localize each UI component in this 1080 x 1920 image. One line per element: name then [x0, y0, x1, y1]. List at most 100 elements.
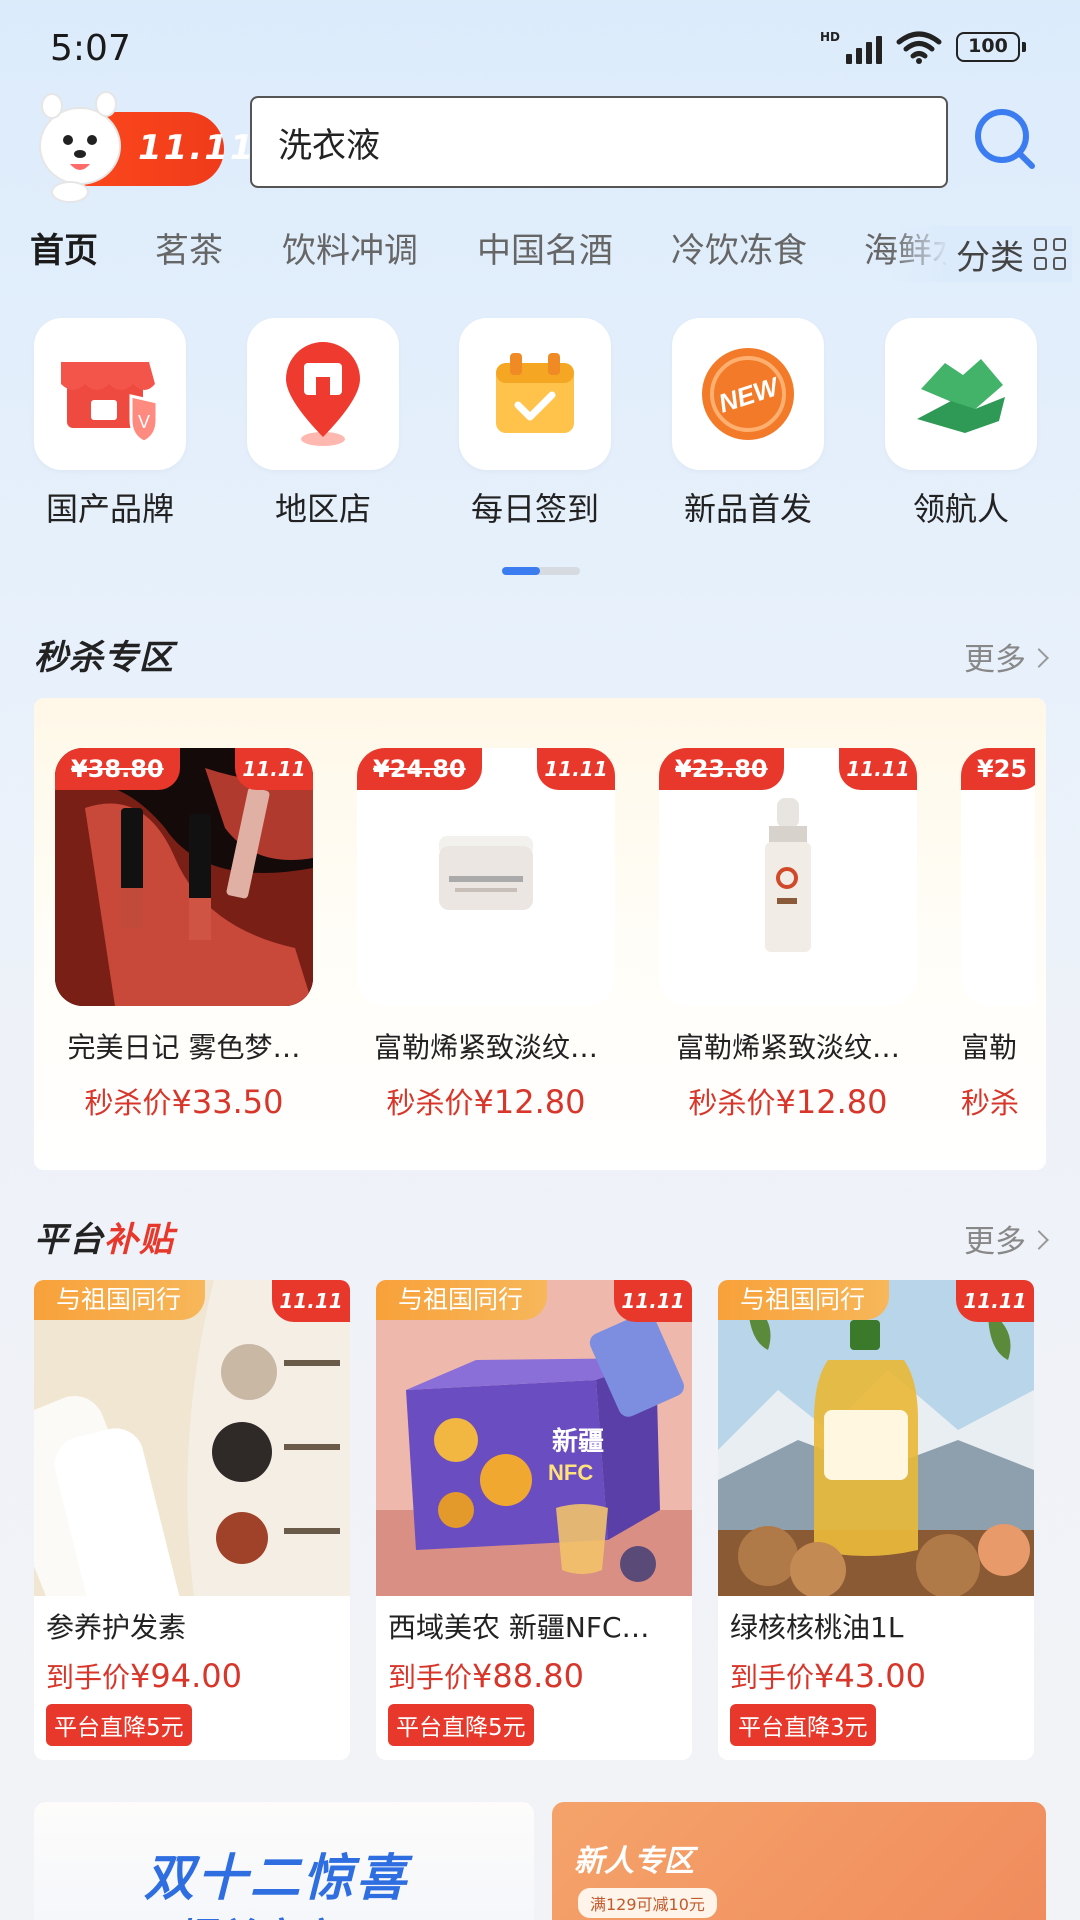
search-input[interactable]: 洗衣液	[250, 96, 948, 188]
product-image: ¥25	[961, 748, 1035, 1006]
product-image: 与祖国同行 11.11	[34, 1280, 350, 1596]
subsidy-product-card[interactable]: 与祖国同行 11.11 参养护发素 到手价¥94.00 平台直降5元	[34, 1280, 350, 1760]
product-image: ¥38.80 11.11	[55, 748, 313, 1006]
tab-frozen[interactable]: 冷饮冻食	[671, 226, 807, 276]
product-name: 完美日记 雾色梦…	[67, 1031, 301, 1064]
original-price-tag: ¥24.80	[357, 748, 482, 790]
flash-sale-item[interactable]: ¥25 富勒 秒杀	[961, 748, 1035, 1122]
product-name: 富勒烯紧致淡纹…	[373, 1031, 598, 1064]
grid-icon	[1034, 238, 1066, 270]
shortcut-label: 领航人	[912, 490, 1009, 528]
subsidy-product-card[interactable]: 与祖国同行 11.11 绿核核桃油1L 到手价¥43.00 平台直降3元	[718, 1280, 1034, 1760]
shortcut-new-launch[interactable]: NEW 新品首发	[672, 318, 824, 530]
carousel-pager	[502, 567, 580, 575]
product-image: ¥24.80 11.11	[357, 748, 615, 1006]
svg-text:新疆: 新疆	[552, 1426, 604, 1456]
product-name: 富勒烯紧致淡纹…	[675, 1031, 900, 1064]
shortcut-navigator[interactable]: 领航人	[885, 318, 1037, 530]
shortcut-region-store[interactable]: 地区店	[247, 318, 399, 530]
product-name: 参养护发素	[46, 1611, 187, 1644]
status-time: 5:07	[50, 28, 131, 69]
banner-title: 双十二惊喜	[144, 1849, 409, 1907]
classify-label: 分类	[956, 237, 1024, 278]
product-price: 秒杀价¥12.80	[688, 1083, 888, 1121]
flash-sale-item[interactable]: ¥38.80 11.11 完美日记 雾色梦… 秒杀价¥33.50	[55, 748, 313, 1122]
flash-sale-item[interactable]: ¥23.80 11.11 富勒烯紧致淡纹… 秒杀价¥12.80	[659, 748, 917, 1122]
search-icon[interactable]	[972, 106, 1038, 172]
flash-sale-header: 秒杀专区 更多	[34, 630, 1049, 680]
more-label: 更多	[964, 642, 1026, 678]
handshake-icon	[917, 359, 1005, 433]
shortcut-row: V 国产品牌 地区店 每日签到 NEW 新品首发 领航人	[0, 318, 1080, 538]
flash-sale-item[interactable]: ¥24.80 11.11 富勒烯紧致淡纹… 秒杀价¥12.80	[357, 748, 615, 1122]
subsidy-header: 平台补贴 更多	[34, 1212, 1049, 1262]
shop-shield-icon: V	[61, 362, 159, 444]
new-user-banner[interactable]: 新人专区 满129可减10元	[552, 1802, 1046, 1920]
discount-tag: 平台直降3元	[730, 1704, 876, 1746]
svg-text:NFC: NFC	[548, 1460, 593, 1485]
original-price-tag: ¥38.80	[55, 748, 180, 790]
subsidy-more-link[interactable]: 更多	[964, 1216, 1049, 1261]
cell-signal-icon: HD	[820, 30, 882, 64]
promo-ribbon: 与祖国同行	[34, 1280, 206, 1320]
tab-tea[interactable]: 茗茶	[155, 226, 223, 276]
battery-icon: 100	[956, 32, 1026, 62]
flash-sale-panel: ¥38.80 11.11 完美日记 雾色梦… 秒杀价¥33.50 ¥24.80 …	[34, 698, 1046, 1170]
category-tabs: 首页 茗茶 饮料冲调 中国名酒 冷饮冻食 海鲜水产 分类	[0, 226, 1080, 282]
subsidy-title: 平台补贴	[34, 1220, 174, 1260]
header: 11.11 洗衣液	[0, 80, 1080, 203]
double-eleven-badge: 11.11	[235, 748, 313, 790]
product-price: 秒杀价¥33.50	[84, 1083, 284, 1121]
product-name: 西域美农 新疆NFC…	[388, 1611, 650, 1644]
double-eleven-badge: 11.11	[272, 1280, 350, 1322]
shortcut-domestic-brand[interactable]: V 国产品牌	[34, 318, 186, 530]
product-price: 到手价¥88.80	[388, 1657, 584, 1695]
pager-active-dot	[502, 567, 540, 575]
promo-ribbon: 与祖国同行	[718, 1280, 890, 1320]
product-name: 绿核核桃油1L	[730, 1611, 904, 1644]
tab-drinks[interactable]: 饮料冲调	[282, 226, 418, 276]
shortcut-label: 新品首发	[683, 490, 812, 528]
shortcut-label: 每日签到	[470, 490, 599, 528]
discount-tag: 平台直降5元	[46, 1704, 192, 1746]
status-icons: HD 100	[820, 30, 1026, 64]
product-price: 到手价¥43.00	[730, 1657, 926, 1695]
product-image: 与祖国同行 11.11	[718, 1280, 1034, 1596]
coupon-chip: 满129可减10元	[578, 1888, 717, 1918]
jd-logo[interactable]: 11.11	[30, 84, 254, 204]
chevron-right-icon	[1029, 1229, 1049, 1250]
discount-tag: 平台直降5元	[388, 1704, 534, 1746]
double-eleven-badge: 11.11	[614, 1280, 692, 1322]
double-twelve-banner[interactable]: 双十二惊喜 爆单蛮实	[34, 1802, 534, 1920]
subsidy-product-card[interactable]: 新疆 NFC 与祖国同行 11.11 西域美农 新疆NFC… 到手价¥88.80…	[376, 1280, 692, 1760]
tab-liquor[interactable]: 中国名酒	[477, 226, 613, 276]
wifi-icon	[896, 30, 942, 64]
shortcut-label: 地区店	[274, 490, 371, 528]
double-eleven-badge: 11.11	[839, 748, 917, 790]
flash-sale-title: 秒杀专区	[34, 638, 174, 678]
double-eleven-badge: 11.11	[537, 748, 615, 790]
product-name: 富勒	[961, 1031, 1018, 1064]
original-price-tag: ¥23.80	[659, 748, 784, 790]
calendar-check-icon	[496, 353, 574, 433]
product-price: 秒杀	[961, 1086, 1020, 1120]
tab-home[interactable]: 首页	[30, 226, 98, 276]
svg-text:V: V	[138, 412, 150, 432]
classify-button[interactable]: 分类	[946, 226, 1072, 282]
shortcut-daily-checkin[interactable]: 每日签到	[459, 318, 611, 530]
product-image: ¥23.80 11.11	[659, 748, 917, 1006]
promo-ribbon: 与祖国同行	[376, 1280, 548, 1320]
product-price: 到手价¥94.00	[46, 1657, 242, 1695]
product-price: 秒杀价¥12.80	[386, 1083, 586, 1121]
original-price-tag: ¥25	[961, 748, 1035, 790]
shortcut-label: 国产品牌	[45, 490, 174, 528]
chevron-right-icon	[1029, 647, 1049, 668]
product-image: 新疆 NFC 与祖国同行 11.11	[376, 1280, 692, 1596]
double-eleven-badge: 11.11	[956, 1280, 1034, 1322]
location-store-icon	[286, 342, 360, 446]
more-label: 更多	[964, 1224, 1026, 1260]
banner-subtitle: 爆单蛮实	[174, 1906, 334, 1920]
new-badge-icon: NEW	[702, 348, 794, 440]
logo-text: 11.11	[138, 128, 256, 168]
flash-sale-more-link[interactable]: 更多	[964, 634, 1049, 679]
